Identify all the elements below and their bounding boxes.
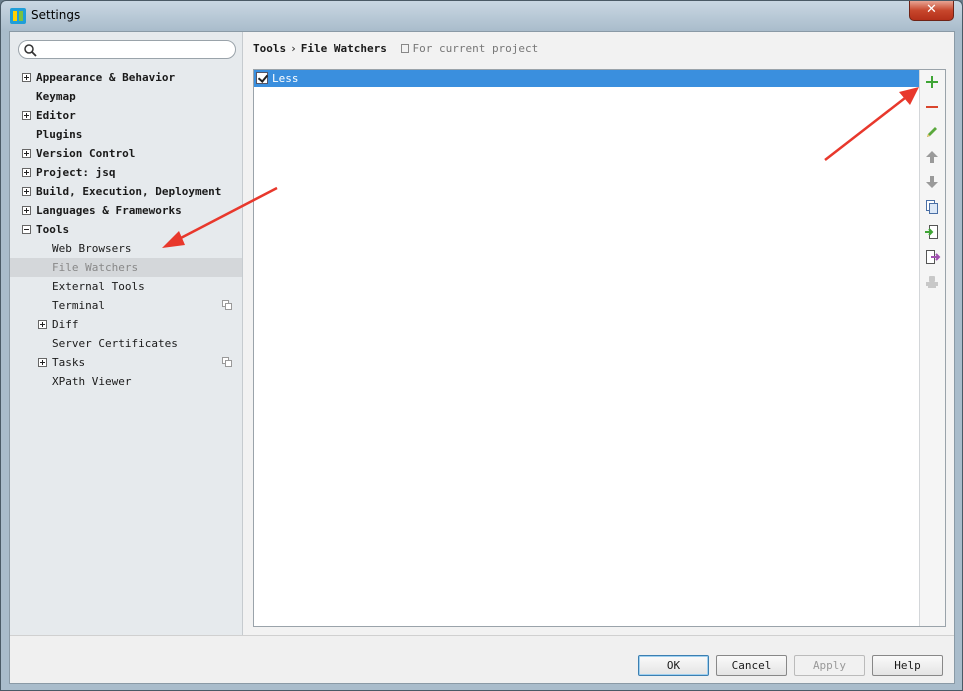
- import-button[interactable]: [923, 223, 941, 241]
- expand-icon[interactable]: [22, 187, 31, 196]
- search-icon: [24, 44, 37, 57]
- list-item[interactable]: Less: [254, 70, 920, 87]
- scope-note: For current project: [401, 42, 538, 55]
- copy-button[interactable]: [923, 198, 941, 216]
- sidebar-item-plugins[interactable]: Plugins: [10, 125, 242, 144]
- copy-icon: [222, 300, 232, 310]
- sidebar-item-label: Tasks: [52, 356, 86, 369]
- settings-tree: Appearance & Behavior Keymap Editor Plug…: [10, 68, 242, 391]
- collapse-icon[interactable]: [22, 225, 31, 234]
- sidebar-item-server-certificates[interactable]: Server Certificates: [10, 334, 242, 353]
- breadcrumb-file-watchers: File Watchers: [300, 42, 387, 55]
- sidebar-item-label: Web Browsers: [52, 242, 132, 255]
- sidebar-item-editor[interactable]: Editor: [10, 106, 242, 125]
- export-button[interactable]: [923, 248, 941, 266]
- sidebar-item-appearance-behavior[interactable]: Appearance & Behavior: [10, 68, 242, 87]
- project-scope-icon: [401, 44, 410, 53]
- sidebar-item-label: Editor: [36, 109, 76, 122]
- ok-button[interactable]: OK: [638, 655, 709, 676]
- expand-icon[interactable]: [22, 111, 31, 120]
- sidebar-item-label: Languages & Frameworks: [36, 204, 182, 217]
- sidebar-item-label: External Tools: [52, 280, 145, 293]
- expand-icon[interactable]: [22, 168, 31, 177]
- apply-button[interactable]: Apply: [794, 655, 865, 676]
- sidebar-item-file-watchers[interactable]: File Watchers: [10, 258, 242, 277]
- sidebar-item-label: XPath Viewer: [52, 375, 132, 388]
- settings-window: Settings ✕ Appearance & Behavior Keymap: [0, 0, 963, 691]
- copy-icon[interactable]: [923, 198, 941, 216]
- sidebar-item-label: Tools: [36, 223, 70, 236]
- move-down-icon[interactable]: [923, 173, 941, 191]
- edit-icon[interactable]: [923, 123, 941, 141]
- sidebar-item-build-execution-deployment[interactable]: Build, Execution, Deployment: [10, 182, 242, 201]
- remove-button[interactable]: [923, 98, 941, 116]
- sidebar-item-external-tools[interactable]: External Tools: [10, 277, 242, 296]
- sidebar-item-label: Project: jsq: [36, 166, 116, 179]
- sidebar-item-project[interactable]: Project: jsq: [10, 163, 242, 182]
- expand-icon[interactable]: [22, 206, 31, 215]
- add-button[interactable]: [923, 73, 941, 91]
- list-toolbar: [919, 70, 945, 626]
- dialog-body: Appearance & Behavior Keymap Editor Plug…: [9, 31, 955, 684]
- window-title: Settings: [31, 8, 81, 22]
- sidebar-item-label: Plugins: [36, 128, 83, 141]
- app-icon: [10, 8, 26, 24]
- sidebar-item-label: Diff: [52, 318, 79, 331]
- sidebar-item-xpath-viewer[interactable]: XPath Viewer: [10, 372, 242, 391]
- import-icon[interactable]: [923, 223, 941, 241]
- help-button[interactable]: Help: [872, 655, 943, 676]
- sidebar-item-label: Server Certificates: [52, 337, 178, 350]
- watcher-name: Less: [272, 72, 299, 85]
- sidebar-item-label: Build, Execution, Deployment: [36, 185, 222, 198]
- expand-icon[interactable]: [22, 73, 31, 82]
- breadcrumb: Tools › File Watchers For current project: [253, 42, 538, 58]
- close-icon[interactable]: ✕: [926, 2, 937, 17]
- move-up-button[interactable]: [923, 148, 941, 166]
- remove-icon[interactable]: [923, 98, 941, 116]
- scope-label: For current project: [412, 42, 539, 55]
- sidebar-item-tools[interactable]: Tools: [10, 220, 242, 239]
- sidebar-item-label: Terminal: [52, 299, 105, 312]
- sidebar-item-tasks[interactable]: Tasks: [10, 353, 242, 372]
- expand-icon[interactable]: [22, 149, 31, 158]
- close-window-button[interactable]: ✕: [909, 1, 954, 21]
- title-bar: Settings ✕: [1, 1, 962, 31]
- sidebar-item-label: File Watchers: [52, 261, 139, 274]
- sidebar-item-label: Version Control: [36, 147, 136, 160]
- expand-icon[interactable]: [38, 358, 47, 367]
- breadcrumb-separator: ›: [290, 42, 297, 55]
- expand-icon[interactable]: [38, 320, 47, 329]
- sidebar-item-label: Keymap: [36, 90, 76, 103]
- sidebar-item-web-browsers[interactable]: Web Browsers: [10, 239, 242, 258]
- sidebar-item-diff[interactable]: Diff: [10, 315, 242, 334]
- search-field[interactable]: [18, 40, 236, 59]
- cancel-button[interactable]: Cancel: [716, 655, 787, 676]
- file-watchers-panel: Less: [253, 69, 946, 627]
- sidebar-item-languages-frameworks[interactable]: Languages & Frameworks: [10, 201, 242, 220]
- breadcrumb-tools: Tools: [253, 42, 287, 55]
- move-down-button[interactable]: [923, 173, 941, 191]
- add-icon[interactable]: [923, 73, 941, 91]
- sidebar-item-terminal[interactable]: Terminal: [10, 296, 242, 315]
- sidebar-item-label: Appearance & Behavior: [36, 71, 176, 84]
- move-up-icon[interactable]: [923, 148, 941, 166]
- settings-sidebar: Appearance & Behavior Keymap Editor Plug…: [10, 32, 243, 635]
- sidebar-item-keymap[interactable]: Keymap: [10, 87, 242, 106]
- dialog-button-bar: OK Cancel Apply Help: [10, 635, 954, 683]
- enabled-checkbox[interactable]: [256, 72, 268, 84]
- sidebar-item-version-control[interactable]: Version Control: [10, 144, 242, 163]
- stamp-icon[interactable]: [923, 273, 941, 291]
- edit-button[interactable]: [923, 123, 941, 141]
- settings-content: Tools › File Watchers For current project …: [244, 32, 954, 635]
- stamp-button[interactable]: [923, 273, 941, 291]
- copy-icon: [222, 357, 232, 367]
- file-watchers-list[interactable]: Less: [254, 70, 920, 626]
- export-icon[interactable]: [923, 248, 941, 266]
